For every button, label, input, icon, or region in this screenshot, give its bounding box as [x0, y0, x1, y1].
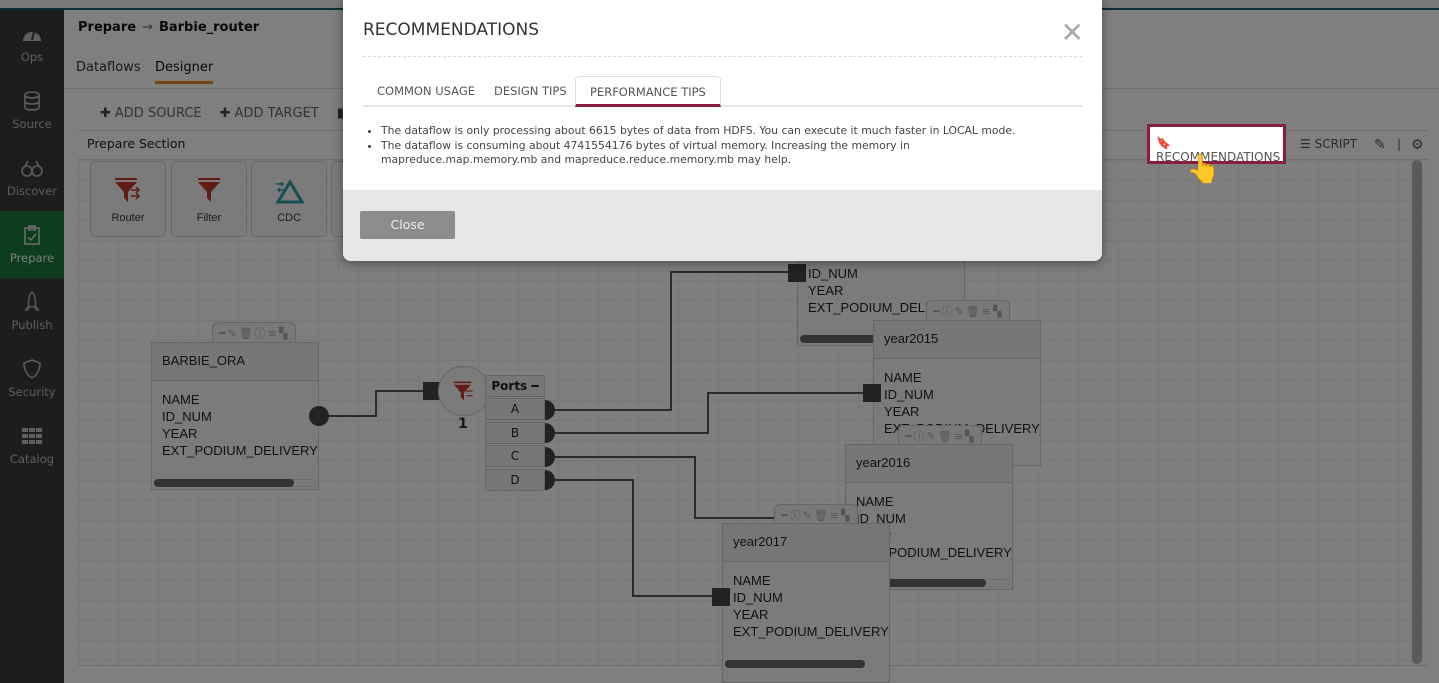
tip-item: The dataflow is only processing about 66…	[381, 124, 1025, 139]
hand-pointer-cursor-icon: 👆	[1186, 152, 1221, 185]
tab-design-tips[interactable]: DESIGN TIPS	[480, 76, 581, 107]
divider	[363, 56, 1082, 57]
close-button[interactable]: Close	[360, 211, 455, 239]
tip-item: The dataflow is consuming about 47415541…	[381, 139, 1025, 168]
tab-performance-tips[interactable]: PERFORMANCE TIPS	[575, 76, 721, 107]
tips-list: The dataflow is only processing about 66…	[365, 124, 1025, 168]
bookmark-icon: 🔖	[1156, 136, 1171, 150]
modal-tabs: COMMON USAGE DESIGN TIPS PERFORMANCE TIP…	[363, 76, 1082, 107]
modal-title: RECOMMENDATIONS	[363, 20, 539, 40]
close-icon[interactable]: ✕	[1061, 16, 1084, 49]
modal-footer: Close	[343, 190, 1102, 261]
recommendations-modal: RECOMMENDATIONS ✕ COMMON USAGE DESIGN TI…	[343, 0, 1102, 261]
tab-common-usage[interactable]: COMMON USAGE	[363, 76, 489, 107]
